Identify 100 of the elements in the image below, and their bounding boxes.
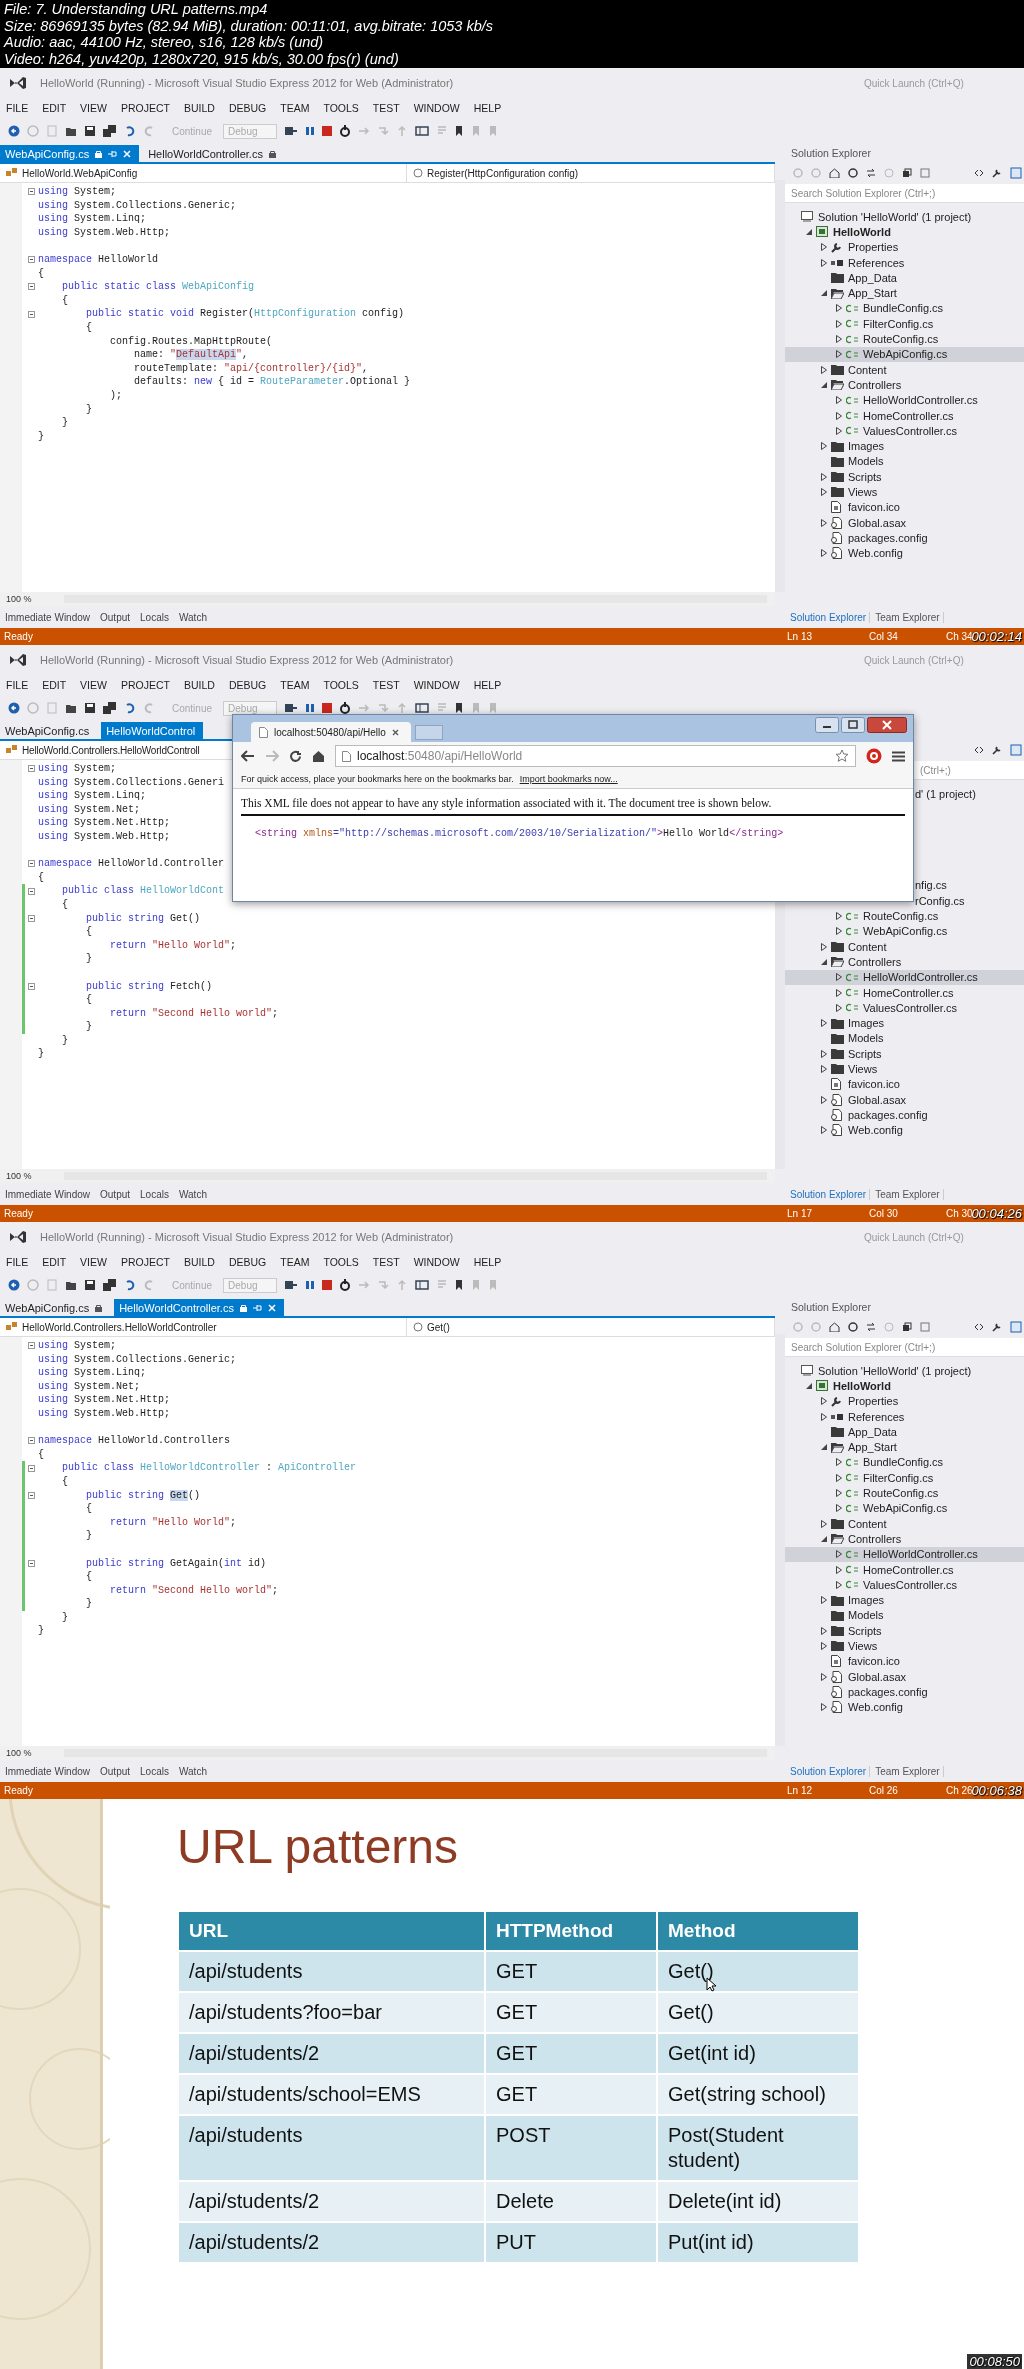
expand-arrow-icon[interactable] [836, 1458, 842, 1467]
undo-icon[interactable] [124, 702, 136, 714]
panel-tab[interactable]: Solution Explorer [787, 1765, 871, 1777]
tree-item[interactable]: HelloWorld [785, 1378, 1024, 1394]
expand-arrow-icon[interactable] [821, 442, 827, 451]
tree-item[interactable]: Views [785, 484, 1024, 500]
tree-item[interactable]: App_Data [785, 270, 1024, 286]
panel-tab[interactable]: Team Explorer [872, 1188, 944, 1200]
code-view-icon[interactable] [974, 745, 984, 755]
expand-arrow-icon[interactable] [821, 1095, 827, 1104]
tool-window-tab[interactable]: Locals [140, 1765, 169, 1777]
tree-item[interactable]: WebApiConfig.cs [785, 346, 1024, 362]
tree-item[interactable]: RouteConfig.cs [785, 908, 1024, 924]
expand-arrow-icon[interactable] [836, 1504, 842, 1513]
tree-item[interactable]: References [785, 1408, 1024, 1425]
pause-icon[interactable] [305, 125, 316, 137]
preview-icon[interactable] [1010, 744, 1022, 756]
tool-window-tab[interactable]: Watch [178, 1765, 207, 1777]
menu-item[interactable]: TOOLS [323, 1256, 359, 1268]
tree-item[interactable]: Solution 'HelloWorld' (1 project) [785, 1363, 1024, 1379]
menu-item[interactable]: TEAM [280, 679, 310, 691]
tree-item[interactable]: HelloWorldController.cs [785, 1546, 1024, 1562]
back-icon[interactable] [8, 1279, 20, 1291]
tree-item[interactable]: Content [785, 361, 1024, 378]
document-tab[interactable]: WebApiConfig.cs [0, 1299, 111, 1316]
document-tab[interactable]: HelloWorldController.cs [114, 1299, 284, 1316]
zoom-dropdown[interactable]: 100 % [0, 1748, 56, 1758]
pin-icon[interactable] [252, 1303, 262, 1312]
menu-item[interactable]: PROJECT [120, 679, 170, 691]
tool-window-tab[interactable]: Output [100, 1188, 131, 1200]
tree-item[interactable]: References [785, 254, 1024, 271]
preview-icon[interactable] [1010, 167, 1022, 179]
collapse-arrow-icon[interactable] [806, 1382, 812, 1389]
home-icon[interactable] [829, 168, 840, 178]
open-file-icon[interactable] [65, 702, 77, 714]
tree-item[interactable]: HomeController.cs [785, 984, 1024, 1001]
tree-item[interactable]: ValuesController.cs [785, 1000, 1024, 1016]
collapse-all-icon[interactable] [902, 1322, 912, 1332]
quick-launch-field[interactable]: Quick Launch (Ctrl+Q) [862, 651, 1016, 669]
menu-item[interactable]: WINDOW [413, 679, 460, 691]
attach-icon[interactable] [284, 702, 299, 714]
expand-arrow-icon[interactable] [836, 1550, 842, 1559]
tree-item[interactable]: HomeController.cs [785, 1561, 1024, 1578]
type-dropdown[interactable]: HelloWorld.WebApiConfig [0, 164, 407, 182]
reload-icon[interactable] [289, 749, 302, 763]
menu-item[interactable]: WINDOW [413, 102, 460, 114]
home-icon[interactable] [829, 1322, 840, 1332]
expand-arrow-icon[interactable] [821, 1626, 827, 1635]
copy-icon[interactable] [920, 168, 930, 178]
type-dropdown[interactable]: HelloWorld.Controllers.HelloWorldController [0, 1318, 407, 1336]
collapse-icon[interactable] [28, 283, 35, 291]
menu-item[interactable]: TEST [372, 679, 400, 691]
expand-arrow-icon[interactable] [836, 1003, 842, 1012]
back-icon[interactable] [8, 702, 20, 714]
expand-arrow-icon[interactable] [836, 350, 842, 359]
expand-arrow-icon[interactable] [836, 988, 842, 997]
tool-window-tab[interactable]: Locals [140, 1188, 169, 1200]
address-field[interactable]: localhost:50480/api/HelloWorld [335, 745, 856, 767]
undo-icon[interactable] [124, 1279, 136, 1291]
expand-arrow-icon[interactable] [836, 396, 842, 405]
zoom-dropdown[interactable]: 100 % [0, 594, 56, 604]
home-icon[interactable] [312, 750, 325, 762]
expand-arrow-icon[interactable] [821, 1019, 827, 1028]
collapse-arrow-icon[interactable] [821, 1444, 827, 1451]
tool-window-tab[interactable]: Output [100, 611, 131, 623]
expand-arrow-icon[interactable] [821, 549, 827, 558]
collapse-arrow-icon[interactable] [806, 228, 812, 235]
tree-item[interactable]: HelloWorldController.cs [785, 969, 1024, 985]
panel-tab[interactable]: Team Explorer [872, 1765, 944, 1777]
expand-arrow-icon[interactable] [836, 411, 842, 420]
quick-launch-field[interactable]: Quick Launch (Ctrl+Q) [862, 1228, 1016, 1246]
menu-item[interactable]: EDIT [42, 102, 67, 114]
panel-tab[interactable]: Solution Explorer [787, 611, 871, 623]
collapse-arrow-icon[interactable] [821, 958, 827, 965]
collapse-icon[interactable] [28, 914, 35, 922]
preview-icon[interactable] [1010, 1321, 1022, 1333]
expand-arrow-icon[interactable] [821, 942, 827, 951]
tree-item[interactable]: ValuesController.cs [785, 423, 1024, 439]
bookmark-icon[interactable] [455, 1279, 464, 1291]
expand-arrow-icon[interactable] [836, 1473, 842, 1482]
save-icon[interactable] [84, 1279, 96, 1291]
star-icon[interactable] [835, 749, 849, 763]
collapse-icon[interactable] [28, 1559, 35, 1567]
expand-arrow-icon[interactable] [821, 365, 827, 374]
tree-item[interactable]: packages.config [785, 1684, 1024, 1700]
expand-arrow-icon[interactable] [836, 304, 842, 313]
tree-item[interactable]: Images [785, 438, 1024, 454]
expand-arrow-icon[interactable] [821, 518, 827, 527]
tree-item[interactable]: Scripts [785, 1623, 1024, 1639]
open-file-icon[interactable] [65, 125, 77, 137]
stop-icon[interactable] [322, 1280, 333, 1290]
bookmark-icon[interactable] [455, 125, 464, 137]
zoom-dropdown[interactable]: 100 % [0, 1171, 56, 1181]
vertical-scrollbar[interactable] [775, 1334, 785, 1746]
menu-item[interactable]: HELP [473, 1256, 502, 1268]
tree-item[interactable]: WebApiConfig.cs [785, 923, 1024, 939]
collapse-all-icon[interactable] [902, 168, 912, 178]
collapse-icon[interactable] [28, 310, 35, 318]
expand-arrow-icon[interactable] [836, 426, 842, 435]
tree-item[interactable]: packages.config [785, 1107, 1024, 1123]
